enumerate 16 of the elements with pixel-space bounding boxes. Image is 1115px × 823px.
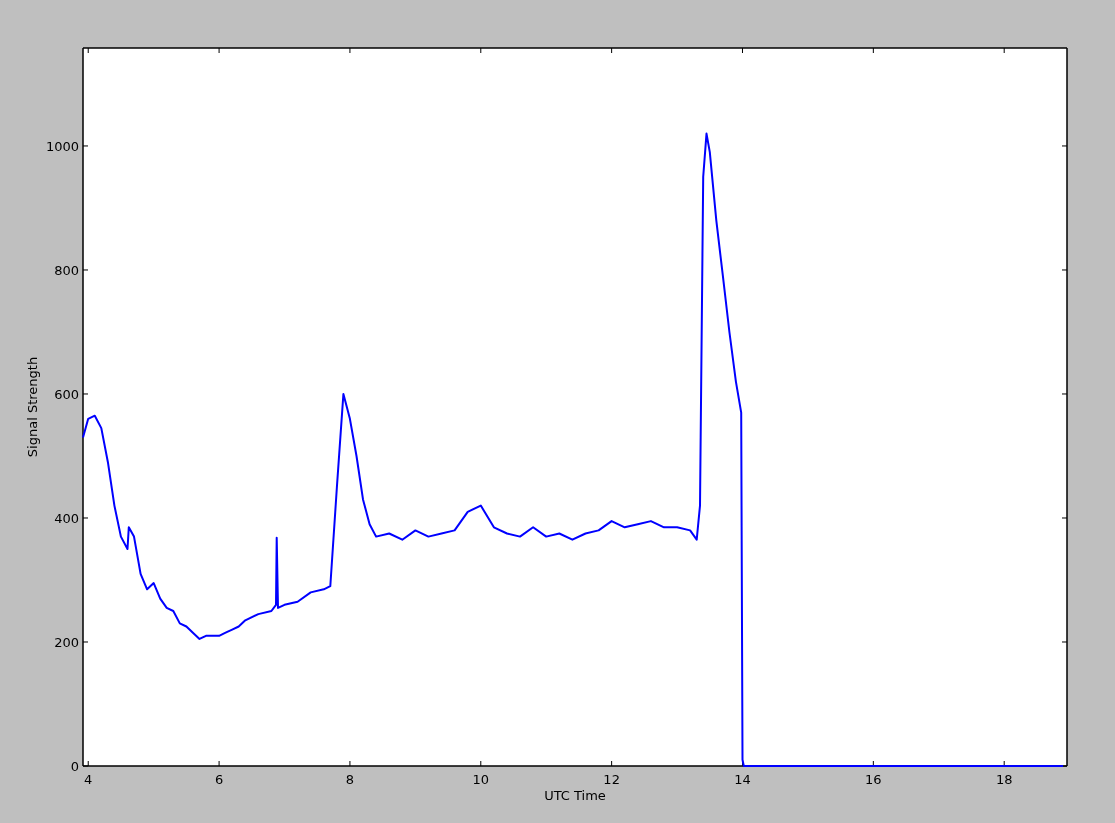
tick-label: 18 <box>995 772 1013 787</box>
tick-label: 12 <box>603 772 620 787</box>
axis-title: UTC Time <box>544 788 606 803</box>
tick-label: 8 <box>345 772 355 787</box>
tick-label: 14 <box>734 772 751 787</box>
tick-label: 16 <box>865 772 882 787</box>
tick-label: 6 <box>214 772 224 787</box>
tick-label: 600 <box>54 387 79 402</box>
tick-label: 400 <box>54 511 79 526</box>
tick-label: 1000 <box>45 138 79 154</box>
tick-label: 800 <box>54 262 79 278</box>
tick-label: 200 <box>54 635 79 650</box>
axis-title: Signal Strength <box>25 356 40 458</box>
tick-label: 10 <box>472 772 490 787</box>
tick-label: 4 <box>84 772 93 787</box>
tick-label: 0 <box>70 759 79 774</box>
